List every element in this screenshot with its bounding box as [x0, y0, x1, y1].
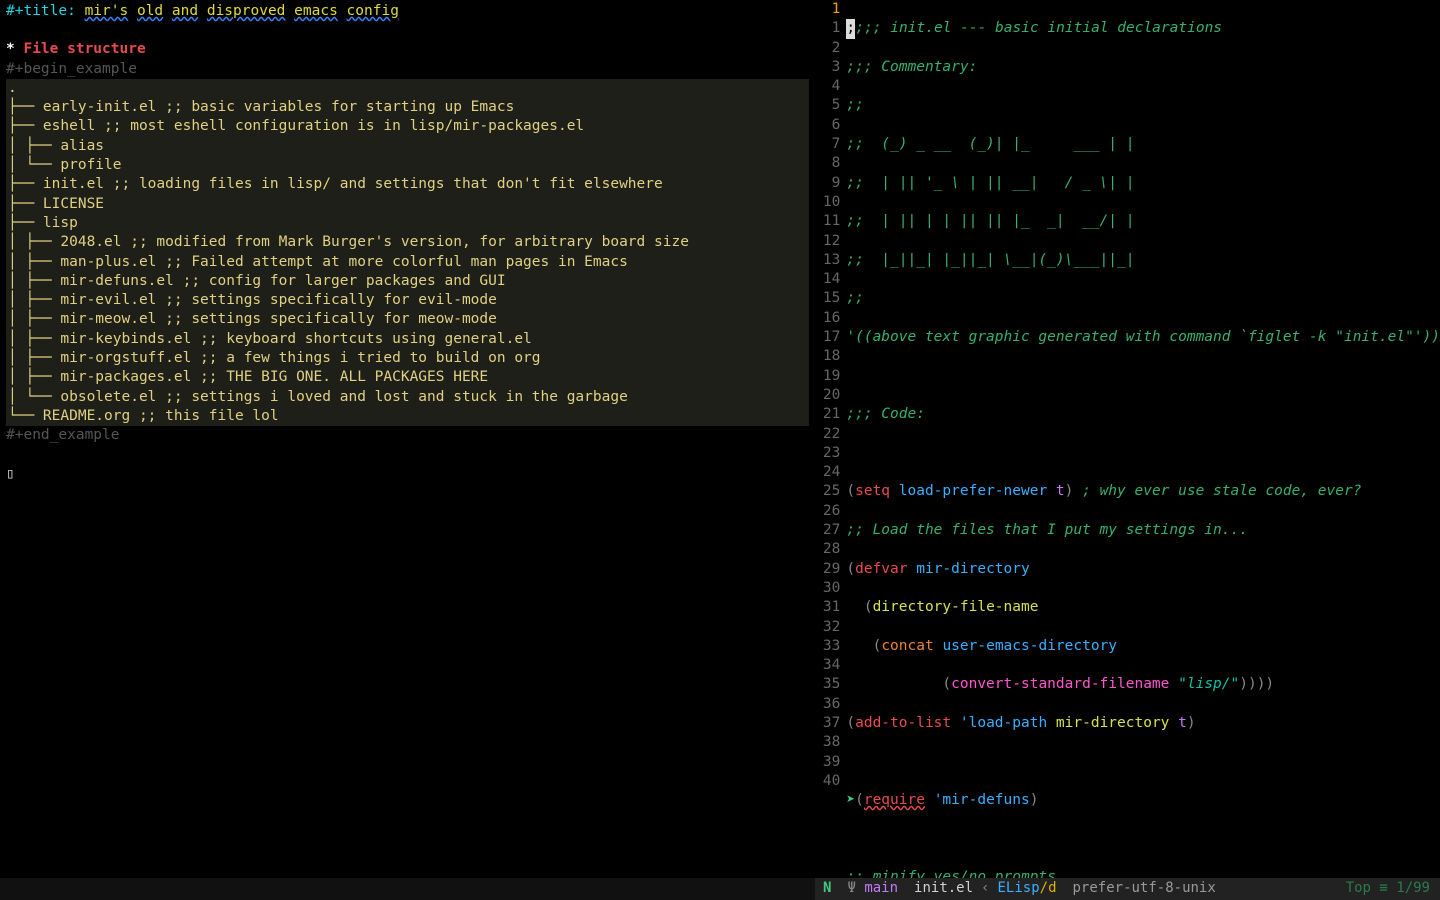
- tree-line: └── README.org ;; this file lol: [6, 407, 809, 426]
- title-word-2: and: [172, 3, 198, 19]
- tree-line: │ ├── mir-meow.el ;; settings specifical…: [6, 310, 809, 329]
- tree-line: │ ├── mir-keybinds.el ;; keyboard shortc…: [6, 330, 809, 349]
- right-pane-init-el[interactable]: 1 1 2 3 4 5 6 7 8 9 10 11 12 13 14 15 16…: [815, 0, 1440, 878]
- org-title-keyword: #+title:: [6, 3, 85, 19]
- org-end-example: #+end_example: [6, 426, 809, 445]
- branch-name: main: [864, 880, 898, 896]
- modified-indicator: /d: [1040, 880, 1057, 896]
- modeline-left: [0, 878, 815, 900]
- tree-line: .: [6, 79, 809, 98]
- modeline-row: N Ψ main init.el ‹ ELisp/d prefer-utf-8-…: [0, 878, 1440, 900]
- title-word-0: mir's: [85, 3, 129, 19]
- tree-line: │ ├── alias: [6, 137, 809, 156]
- line-number-gutter: 1 1 2 3 4 5 6 7 8 9 10 11 12 13 14 15 16…: [815, 0, 846, 878]
- buffer-filename: init.el: [906, 879, 981, 898]
- linenum-current: 1: [815, 0, 840, 19]
- tree-line: │ └── obsolete.el ;; settings i loved an…: [6, 388, 809, 407]
- position-indicator: Top ≡ 1/99: [1346, 879, 1440, 898]
- org-title-line: #+title: mir's old and disproved emacs c…: [6, 2, 809, 21]
- chevron-left-icon: ‹: [981, 879, 989, 898]
- title-word-5: config: [347, 3, 399, 19]
- tree-line: ├── LICENSE: [6, 195, 809, 214]
- tree-line: │ ├── man-plus.el ;; Failed attempt at m…: [6, 253, 809, 272]
- tree-line: │ ├── mir-orgstuff.el ;; a few things i …: [6, 349, 809, 368]
- tree-line: │ └── profile: [6, 156, 809, 175]
- branch-icon: Ψ: [847, 880, 855, 896]
- cursor-left: ▯: [6, 465, 809, 484]
- modeline-evil-state: N: [815, 879, 839, 898]
- tree-line: ├── early-init.el ;; basic variables for…: [6, 98, 809, 117]
- tree-line: │ ├── 2048.el ;; modified from Mark Burg…: [6, 233, 809, 252]
- tree-line: │ ├── mir-defuns.el ;; config for larger…: [6, 272, 809, 291]
- tree-line: │ ├── mir-evil.el ;; settings specifical…: [6, 291, 809, 310]
- tree-line: ├── eshell ;; most eshell configuration …: [6, 117, 809, 136]
- left-pane-org-buffer[interactable]: #+title: mir's old and disproved emacs c…: [0, 0, 815, 878]
- title-word-3: disproved: [207, 3, 286, 19]
- tree-line: ├── lisp: [6, 214, 809, 233]
- modeline-right: N Ψ main init.el ‹ ELisp/d prefer-utf-8-…: [815, 878, 1440, 900]
- title-word-4: emacs: [294, 3, 338, 19]
- org-heading: * File structure: [6, 40, 809, 59]
- title-word-1: old: [137, 3, 163, 19]
- encoding: prefer-utf-8-unix: [1065, 879, 1224, 898]
- tree-line: │ ├── mir-packages.el ;; THE BIG ONE. AL…: [6, 368, 809, 387]
- tree-line: ├── init.el ;; loading files in lisp/ an…: [6, 175, 809, 194]
- split-panes: #+title: mir's old and disproved emacs c…: [0, 0, 1440, 878]
- major-mode: ELisp: [997, 880, 1039, 896]
- code-area[interactable]: ;;;; init.el --- basic initial declarati…: [846, 0, 1440, 878]
- org-begin-example: #+begin_example: [6, 60, 809, 79]
